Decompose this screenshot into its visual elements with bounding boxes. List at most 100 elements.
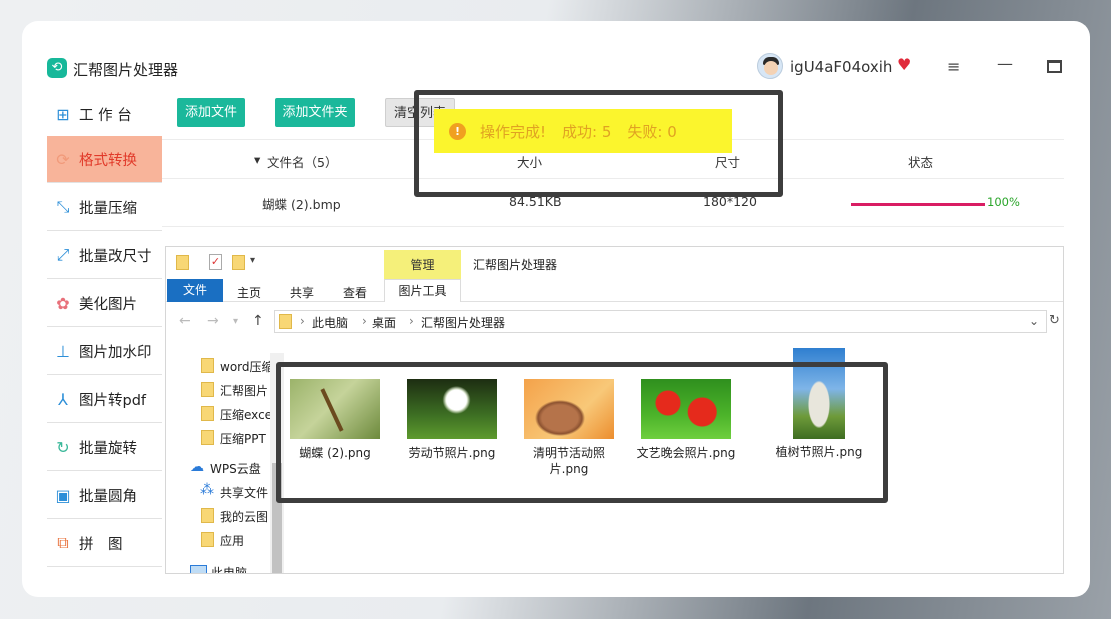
grid-icon: ⊞ <box>56 104 70 124</box>
sidebar-item-format-convert[interactable]: ⟳ 格式转换 <box>47 136 162 183</box>
new-folder-icon[interactable] <box>232 255 245 270</box>
sidebar-item-to-pdf[interactable]: ⅄ 图片转pdf <box>47 376 162 423</box>
folder-icon[interactable] <box>176 255 189 270</box>
rotate-icon: ↻ <box>56 437 70 457</box>
tab-file[interactable]: 文件 <box>167 279 223 302</box>
sort-icon[interactable]: ▾ <box>254 152 260 167</box>
sidebar-item-label: 格式转换 <box>79 152 137 169</box>
nav-item-shared[interactable]: ⁂ 共享文件 <box>166 481 284 503</box>
beautify-icon: ✿ <box>56 293 70 313</box>
refresh-icon[interactable]: ↻ <box>1049 313 1060 328</box>
sidebar-item-beautify[interactable]: ✿ 美化图片 <box>47 280 162 327</box>
up-icon[interactable]: ↑ <box>252 313 264 329</box>
recent-dropdown-icon[interactable]: ▾ <box>233 316 238 327</box>
forward-icon[interactable]: → <box>207 313 219 329</box>
folder-icon <box>201 508 214 523</box>
breadcrumb-desktop[interactable]: 桌面 <box>372 314 396 331</box>
progress-bar <box>851 203 985 206</box>
chevron-right-icon: › <box>362 314 367 328</box>
add-file-button[interactable]: 添加文件 <box>177 98 245 127</box>
cell-filename: 蝴蝶 (2).bmp <box>262 197 341 212</box>
address-bar-row: ← → ▾ ↑ › 此电脑 › 桌面 › 汇帮图片处理器 ⌄ ↻ <box>166 308 1063 336</box>
cloud-icon: ☁ <box>190 459 204 475</box>
progress-fill <box>851 203 985 206</box>
app-title: 汇帮图片处理器 <box>73 61 179 79</box>
sidebar-item-label: 批量旋转 <box>79 440 137 457</box>
sidebar-item-compress[interactable]: ⤡ 批量压缩 <box>47 184 162 231</box>
convert-icon: ⟳ <box>56 149 70 169</box>
nav-item-folder[interactable]: 我的云图 <box>166 505 284 527</box>
address-bar[interactable]: › 此电脑 › 桌面 › 汇帮图片处理器 ⌄ <box>274 310 1047 333</box>
sidebar-item-puzzle[interactable]: ⧉ 拼 图 <box>47 520 162 567</box>
avatar[interactable] <box>757 53 783 79</box>
nav-item-folder[interactable]: 汇帮图片 <box>166 379 284 401</box>
properties-icon[interactable]: ✓ <box>209 254 222 270</box>
folder-icon <box>201 382 214 397</box>
toast-message: 操作完成! <box>480 122 547 141</box>
tab-view[interactable]: 查看 <box>343 284 367 301</box>
address-dropdown-icon[interactable]: ⌄ <box>1029 314 1039 328</box>
toast-fail: 失败: 0 <box>627 122 677 141</box>
sidebar: ⊞ 工 作 台 ⟳ 格式转换 ⤡ 批量压缩 ⤢ 批量改尺寸 ✿ 美化图片 ⊥ 图… <box>47 91 162 571</box>
add-folder-button[interactable]: 添加文件夹 <box>275 98 355 127</box>
files-highlight <box>276 362 888 503</box>
round-corner-icon: ▣ <box>55 485 71 505</box>
sidebar-item-label: 批量改尺寸 <box>79 248 152 265</box>
share-icon: ⁂ <box>200 482 214 498</box>
username[interactable]: igU4aF04oxih <box>790 58 892 76</box>
puzzle-icon: ⧉ <box>57 533 69 552</box>
sidebar-item-label: 批量圆角 <box>79 488 137 505</box>
column-status[interactable]: 状态 <box>908 152 933 171</box>
sidebar-item-label: 图片加水印 <box>79 344 152 361</box>
folder-icon <box>201 430 214 445</box>
folder-icon <box>201 532 214 547</box>
nav-item-folder[interactable]: 压缩excel <box>166 403 284 425</box>
toast-notification: ! 操作完成! 成功: 5 失败: 0 <box>434 109 732 153</box>
chevron-down-icon[interactable]: ▾ <box>250 255 255 266</box>
explorer-title: 汇帮图片处理器 <box>473 258 558 272</box>
tab-share[interactable]: 共享 <box>290 284 314 301</box>
minimize-icon[interactable]: — <box>997 54 1013 73</box>
navigation-pane: word压缩 汇帮图片 压缩excel 压缩PPT ☁ WPS云盘 ⁂ 共享文件 我… <box>166 339 284 573</box>
chevron-right-icon: › <box>409 314 414 328</box>
sidebar-item-label: 工 作 台 <box>79 107 132 124</box>
tab-picture-tools[interactable]: 图片工具 <box>384 279 461 302</box>
sidebar-item-label: 批量压缩 <box>79 200 137 217</box>
nav-item-folder[interactable]: 压缩PPT <box>166 427 284 449</box>
computer-icon <box>190 565 207 573</box>
nav-item-wps-cloud[interactable]: ☁ WPS云盘 <box>166 457 284 479</box>
nav-item-folder[interactable]: word压缩 <box>166 355 284 377</box>
back-icon[interactable]: ← <box>179 313 191 329</box>
vip-icon[interactable]: ♥ <box>897 55 911 74</box>
sidebar-item-watermark[interactable]: ⊥ 图片加水印 <box>47 328 162 375</box>
column-filename[interactable]: 文件名（5） <box>267 152 337 171</box>
folder-icon <box>279 314 292 329</box>
menu-icon[interactable]: ≡ <box>947 57 960 76</box>
breadcrumb-folder[interactable]: 汇帮图片处理器 <box>421 314 505 331</box>
sidebar-item-round-corner[interactable]: ▣ 批量圆角 <box>47 472 162 519</box>
app-logo-icon: ⟲ <box>47 58 67 78</box>
folder-icon <box>201 358 214 373</box>
app-window: ⟲ 汇帮图片处理器 igU4aF04oxih ♥ ≡ — ⊞ 工 作 台 ⟳ 格… <box>22 21 1090 597</box>
sidebar-item-workbench[interactable]: ⊞ 工 作 台 <box>47 91 162 138</box>
ribbon-tabs: 文件 主页 共享 查看 图片工具 <box>166 279 1063 302</box>
sidebar-item-label: 图片转pdf <box>79 392 147 409</box>
nav-item-this-pc[interactable]: 此电脑 <box>166 561 284 573</box>
sidebar-item-rotate[interactable]: ↻ 批量旋转 <box>47 424 162 471</box>
tab-manage[interactable]: 管理 <box>384 250 461 279</box>
maximize-icon[interactable] <box>1047 60 1062 73</box>
nav-item-folder[interactable]: 应用 <box>166 529 284 551</box>
breadcrumb-this-pc[interactable]: 此电脑 <box>312 314 348 331</box>
sidebar-item-label: 美化图片 <box>79 296 137 313</box>
folder-icon <box>201 406 214 421</box>
toast-success: 成功: 5 <box>562 122 612 141</box>
title-bar: ⟲ 汇帮图片处理器 igU4aF04oxih ♥ ≡ — <box>22 21 1090 91</box>
quick-access-toolbar: ✓ ▾ 管理 汇帮图片处理器 <box>166 247 1063 279</box>
chevron-right-icon: › <box>300 314 305 328</box>
tab-home[interactable]: 主页 <box>237 284 261 301</box>
sidebar-item-resize[interactable]: ⤢ 批量改尺寸 <box>47 232 162 279</box>
resize-icon: ⤢ <box>56 245 70 264</box>
info-icon: ! <box>449 122 466 140</box>
watermark-icon: ⊥ <box>56 341 70 361</box>
compress-icon: ⤡ <box>56 197 70 216</box>
